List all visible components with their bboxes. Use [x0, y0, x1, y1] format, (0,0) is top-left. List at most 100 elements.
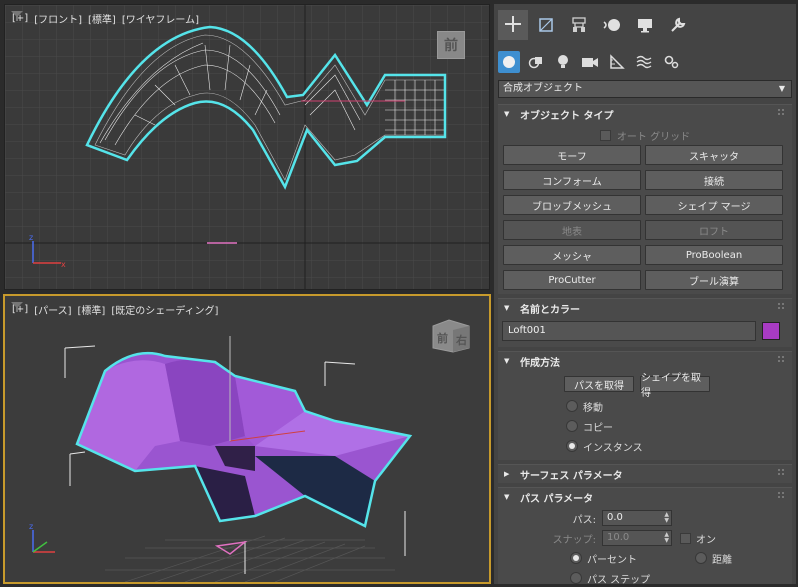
- get-path-button[interactable]: パスを取得: [564, 376, 634, 392]
- grip-icon[interactable]: [778, 492, 786, 500]
- subtab-geometry[interactable]: [498, 51, 520, 73]
- proboolean-button[interactable]: ProBoolean: [645, 245, 783, 265]
- viewport-front[interactable]: z x [+] [フロント] [標準] [ワイヤフレーム] 前: [4, 4, 490, 290]
- subtab-cameras[interactable]: [579, 51, 601, 73]
- filter-icon[interactable]: [11, 302, 23, 312]
- collapse-arrow-icon: ▼: [504, 304, 510, 312]
- subtab-helpers[interactable]: [606, 51, 628, 73]
- radio-button[interactable]: [566, 420, 578, 432]
- viewport-standard[interactable]: [標準]: [87, 11, 117, 26]
- radio-button[interactable]: [566, 400, 578, 412]
- viewcube[interactable]: 前: [437, 31, 465, 59]
- grip-icon[interactable]: [778, 303, 786, 311]
- rollout-header[interactable]: ▼ 作成方法: [498, 352, 792, 370]
- perspective-viewport-canvas[interactable]: z: [5, 296, 489, 582]
- scatter-button[interactable]: スキャッタ: [645, 145, 783, 165]
- rollout-title: 名前とカラー: [520, 304, 580, 316]
- percent-label: パーセント: [587, 554, 637, 566]
- path-label: パス:: [572, 514, 596, 526]
- rollout-title: パス パラメータ: [520, 493, 594, 505]
- grip-icon[interactable]: [778, 469, 786, 477]
- viewport-point-of-view[interactable]: [パース]: [33, 302, 72, 317]
- radio-path-steps[interactable]: [570, 572, 582, 584]
- viewcube-right-face[interactable]: 右: [455, 333, 467, 347]
- snap-spinner[interactable]: 10.0 ▲ ▼: [602, 530, 672, 546]
- viewport-front-label[interactable]: [+] [フロント] [標準] [ワイヤフレーム]: [11, 11, 200, 26]
- viewport-perspective-label[interactable]: [+] [パース] [標準] [既定のシェーディング]: [11, 302, 219, 317]
- motion-icon: [603, 19, 620, 31]
- connect-button[interactable]: 接続: [645, 170, 783, 190]
- viewport-shading-mode[interactable]: [既定のシェーディング]: [110, 302, 219, 317]
- subtab-lights[interactable]: [552, 51, 574, 73]
- collapse-arrow-icon: ▼: [504, 357, 510, 365]
- command-panel: 合成オブジェクト ▼ ▼ オブジェクト タイプ オート グリッド モーフ スキャ…: [494, 4, 796, 584]
- autogrid-checkbox[interactable]: [599, 129, 611, 141]
- radio-instance[interactable]: インスタンス: [502, 436, 788, 456]
- procutter-button[interactable]: ProCutter: [503, 270, 641, 290]
- blobmesh-button[interactable]: ブロッブメッシュ: [503, 195, 641, 215]
- tab-modify[interactable]: [531, 10, 561, 40]
- grip-icon[interactable]: [778, 109, 786, 117]
- subtab-spacewarps[interactable]: [633, 51, 655, 73]
- rollout-path-parameters: ▼ パス パラメータ パス: 0.0 ▲ ▼ スナップ: 10.0 ▲ ▼ オン…: [498, 487, 792, 584]
- snap-on-label: オン: [696, 534, 716, 546]
- loft-button[interactable]: ロフト: [645, 220, 783, 240]
- path-value[interactable]: 0.0: [607, 512, 623, 523]
- autogrid-row: オート グリッド: [502, 125, 788, 145]
- terrain-button[interactable]: 地表: [503, 220, 641, 240]
- mesher-button[interactable]: メッシャ: [503, 245, 641, 265]
- rollout-list[interactable]: ▼ オブジェクト タイプ オート グリッド モーフ スキャッタ コンフォーム 接…: [498, 104, 792, 584]
- shapes-icon: [528, 57, 542, 69]
- tab-display[interactable]: [630, 10, 660, 40]
- rollout-header[interactable]: ▶ サーフェス パラメータ: [498, 465, 792, 483]
- svg-text:x: x: [61, 260, 66, 269]
- conform-button[interactable]: コンフォーム: [503, 170, 641, 190]
- snap-on-checkbox[interactable]: [680, 532, 691, 544]
- boolean-button[interactable]: ブール演算: [645, 270, 783, 290]
- rollout-header[interactable]: ▼ 名前とカラー: [498, 299, 792, 317]
- create-subtabs: [494, 48, 796, 76]
- viewport-point-of-view[interactable]: [フロント]: [33, 11, 83, 26]
- rollout-header[interactable]: ▼ パス パラメータ: [498, 488, 792, 506]
- subtab-shapes[interactable]: [525, 51, 547, 73]
- tab-motion[interactable]: [597, 10, 627, 40]
- viewport-perspective[interactable]: z [+] [パース] [標準] [既定のシェーディング] 前 右: [3, 294, 491, 584]
- radio-button[interactable]: [566, 440, 578, 452]
- create-icon: [505, 16, 521, 32]
- radio-label: 移動: [583, 402, 603, 414]
- grip-icon[interactable]: [778, 356, 786, 364]
- object-color-swatch[interactable]: [762, 322, 780, 340]
- morph-button[interactable]: モーフ: [503, 145, 641, 165]
- tab-create[interactable]: [498, 10, 528, 40]
- get-shape-button[interactable]: シェイプを取得: [640, 373, 710, 399]
- category-dropdown[interactable]: 合成オブジェクト ▼: [498, 80, 792, 98]
- snap-label: スナップ:: [552, 534, 596, 546]
- helpers-icon: [610, 54, 625, 69]
- rollout-surface-parameters: ▶ サーフェス パラメータ: [498, 464, 792, 483]
- radio-distance[interactable]: [695, 552, 707, 564]
- viewport-standard[interactable]: [標準]: [77, 302, 107, 317]
- display-icon: [638, 19, 652, 33]
- viewcube-front-face[interactable]: 前: [437, 331, 448, 345]
- tab-utilities[interactable]: [663, 10, 693, 40]
- radio-percent[interactable]: [570, 552, 582, 564]
- path-spinner[interactable]: 0.0 ▲ ▼: [602, 510, 672, 526]
- viewcube[interactable]: 前 右: [429, 316, 473, 354]
- filter-icon[interactable]: [11, 11, 23, 21]
- snap-value[interactable]: 10.0: [607, 532, 629, 543]
- radio-copy[interactable]: コピー: [502, 416, 788, 436]
- rollout-header[interactable]: ▼ オブジェクト タイプ: [498, 105, 792, 123]
- subtab-systems[interactable]: [660, 51, 682, 73]
- object-name-field[interactable]: Loft001: [502, 321, 756, 341]
- autogrid-label: オート グリッド: [616, 131, 691, 143]
- radio-move[interactable]: 移動: [502, 396, 788, 416]
- utilities-icon: [671, 17, 686, 32]
- spinner-arrows-icon[interactable]: ▲ ▼: [664, 512, 669, 524]
- viewport-shading-mode[interactable]: [ワイヤフレーム]: [121, 11, 200, 26]
- viewcube-front-face[interactable]: 前: [444, 35, 458, 55]
- front-viewport-canvas[interactable]: z x: [5, 5, 490, 290]
- spinner-arrows-icon[interactable]: ▲ ▼: [664, 532, 669, 544]
- shape-merge-button[interactable]: シェイプ マージ: [645, 195, 783, 215]
- rollout-title: 作成方法: [520, 357, 560, 369]
- tab-hierarchy[interactable]: [564, 10, 594, 40]
